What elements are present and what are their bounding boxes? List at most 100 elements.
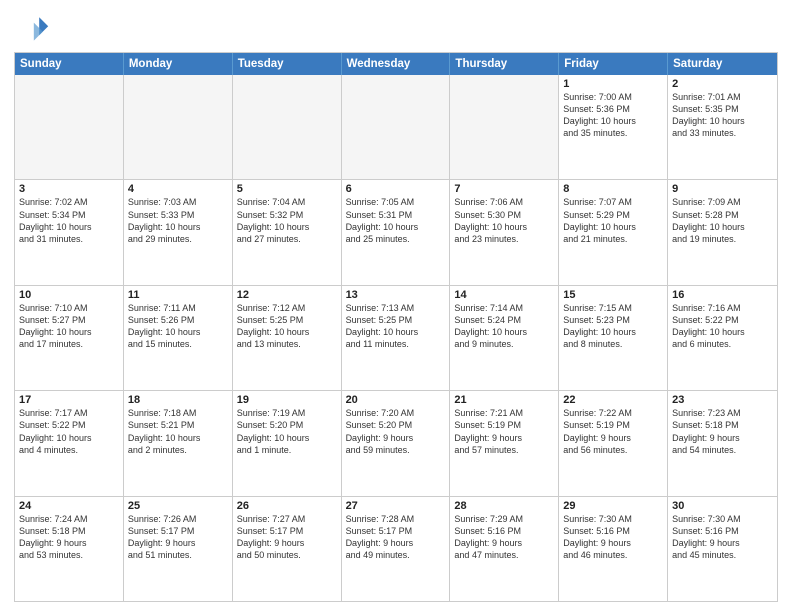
calendar-cell: 24Sunrise: 7:24 AMSunset: 5:18 PMDayligh… <box>15 497 124 601</box>
day-number: 9 <box>672 183 773 195</box>
calendar-cell: 15Sunrise: 7:15 AMSunset: 5:23 PMDayligh… <box>559 286 668 390</box>
calendar-cell: 20Sunrise: 7:20 AMSunset: 5:20 PMDayligh… <box>342 391 451 495</box>
header <box>14 10 778 46</box>
calendar-cell: 26Sunrise: 7:27 AMSunset: 5:17 PMDayligh… <box>233 497 342 601</box>
day-info: Sunrise: 7:29 AMSunset: 5:16 PMDaylight:… <box>454 513 554 562</box>
day-number: 24 <box>19 500 119 512</box>
day-info: Sunrise: 7:27 AMSunset: 5:17 PMDaylight:… <box>237 513 337 562</box>
calendar-cell: 16Sunrise: 7:16 AMSunset: 5:22 PMDayligh… <box>668 286 777 390</box>
day-number: 5 <box>237 183 337 195</box>
calendar-cell <box>342 75 451 179</box>
calendar-cell: 27Sunrise: 7:28 AMSunset: 5:17 PMDayligh… <box>342 497 451 601</box>
day-number: 20 <box>346 394 446 406</box>
calendar-cell <box>15 75 124 179</box>
calendar-cell: 30Sunrise: 7:30 AMSunset: 5:16 PMDayligh… <box>668 497 777 601</box>
calendar-cell: 10Sunrise: 7:10 AMSunset: 5:27 PMDayligh… <box>15 286 124 390</box>
calendar-cell: 3Sunrise: 7:02 AMSunset: 5:34 PMDaylight… <box>15 180 124 284</box>
day-number: 2 <box>672 78 773 90</box>
day-info: Sunrise: 7:30 AMSunset: 5:16 PMDaylight:… <box>672 513 773 562</box>
day-number: 6 <box>346 183 446 195</box>
calendar-cell: 28Sunrise: 7:29 AMSunset: 5:16 PMDayligh… <box>450 497 559 601</box>
calendar-cell: 4Sunrise: 7:03 AMSunset: 5:33 PMDaylight… <box>124 180 233 284</box>
day-number: 13 <box>346 289 446 301</box>
day-number: 29 <box>563 500 663 512</box>
day-number: 4 <box>128 183 228 195</box>
day-info: Sunrise: 7:03 AMSunset: 5:33 PMDaylight:… <box>128 196 228 245</box>
day-number: 30 <box>672 500 773 512</box>
calendar-body: 1Sunrise: 7:00 AMSunset: 5:36 PMDaylight… <box>15 75 777 601</box>
page: SundayMondayTuesdayWednesdayThursdayFrid… <box>0 0 792 612</box>
calendar-cell: 29Sunrise: 7:30 AMSunset: 5:16 PMDayligh… <box>559 497 668 601</box>
calendar-row-1: 1Sunrise: 7:00 AMSunset: 5:36 PMDaylight… <box>15 75 777 179</box>
day-info: Sunrise: 7:16 AMSunset: 5:22 PMDaylight:… <box>672 302 773 351</box>
calendar-row-3: 10Sunrise: 7:10 AMSunset: 5:27 PMDayligh… <box>15 285 777 390</box>
calendar-cell: 9Sunrise: 7:09 AMSunset: 5:28 PMDaylight… <box>668 180 777 284</box>
header-cell-sunday: Sunday <box>15 53 124 75</box>
day-info: Sunrise: 7:13 AMSunset: 5:25 PMDaylight:… <box>346 302 446 351</box>
day-number: 25 <box>128 500 228 512</box>
day-number: 21 <box>454 394 554 406</box>
day-info: Sunrise: 7:10 AMSunset: 5:27 PMDaylight:… <box>19 302 119 351</box>
calendar-cell: 1Sunrise: 7:00 AMSunset: 5:36 PMDaylight… <box>559 75 668 179</box>
day-number: 14 <box>454 289 554 301</box>
day-number: 11 <box>128 289 228 301</box>
day-info: Sunrise: 7:04 AMSunset: 5:32 PMDaylight:… <box>237 196 337 245</box>
day-number: 28 <box>454 500 554 512</box>
calendar-row-4: 17Sunrise: 7:17 AMSunset: 5:22 PMDayligh… <box>15 390 777 495</box>
day-number: 16 <box>672 289 773 301</box>
day-number: 27 <box>346 500 446 512</box>
day-number: 12 <box>237 289 337 301</box>
calendar-cell: 25Sunrise: 7:26 AMSunset: 5:17 PMDayligh… <box>124 497 233 601</box>
day-info: Sunrise: 7:23 AMSunset: 5:18 PMDaylight:… <box>672 407 773 456</box>
calendar-cell: 8Sunrise: 7:07 AMSunset: 5:29 PMDaylight… <box>559 180 668 284</box>
calendar-cell <box>124 75 233 179</box>
day-info: Sunrise: 7:01 AMSunset: 5:35 PMDaylight:… <box>672 91 773 140</box>
calendar-header: SundayMondayTuesdayWednesdayThursdayFrid… <box>15 53 777 75</box>
calendar-cell: 11Sunrise: 7:11 AMSunset: 5:26 PMDayligh… <box>124 286 233 390</box>
day-info: Sunrise: 7:28 AMSunset: 5:17 PMDaylight:… <box>346 513 446 562</box>
day-number: 8 <box>563 183 663 195</box>
calendar-cell: 6Sunrise: 7:05 AMSunset: 5:31 PMDaylight… <box>342 180 451 284</box>
calendar-row-2: 3Sunrise: 7:02 AMSunset: 5:34 PMDaylight… <box>15 179 777 284</box>
header-cell-saturday: Saturday <box>668 53 777 75</box>
day-number: 18 <box>128 394 228 406</box>
day-info: Sunrise: 7:11 AMSunset: 5:26 PMDaylight:… <box>128 302 228 351</box>
day-info: Sunrise: 7:24 AMSunset: 5:18 PMDaylight:… <box>19 513 119 562</box>
day-info: Sunrise: 7:00 AMSunset: 5:36 PMDaylight:… <box>563 91 663 140</box>
day-info: Sunrise: 7:22 AMSunset: 5:19 PMDaylight:… <box>563 407 663 456</box>
day-info: Sunrise: 7:20 AMSunset: 5:20 PMDaylight:… <box>346 407 446 456</box>
day-info: Sunrise: 7:30 AMSunset: 5:16 PMDaylight:… <box>563 513 663 562</box>
calendar-cell: 14Sunrise: 7:14 AMSunset: 5:24 PMDayligh… <box>450 286 559 390</box>
day-number: 22 <box>563 394 663 406</box>
day-info: Sunrise: 7:09 AMSunset: 5:28 PMDaylight:… <box>672 196 773 245</box>
day-number: 10 <box>19 289 119 301</box>
day-number: 26 <box>237 500 337 512</box>
day-number: 15 <box>563 289 663 301</box>
logo <box>14 10 54 46</box>
calendar-cell: 18Sunrise: 7:18 AMSunset: 5:21 PMDayligh… <box>124 391 233 495</box>
header-cell-wednesday: Wednesday <box>342 53 451 75</box>
header-cell-tuesday: Tuesday <box>233 53 342 75</box>
day-number: 19 <box>237 394 337 406</box>
day-info: Sunrise: 7:12 AMSunset: 5:25 PMDaylight:… <box>237 302 337 351</box>
day-info: Sunrise: 7:18 AMSunset: 5:21 PMDaylight:… <box>128 407 228 456</box>
day-info: Sunrise: 7:17 AMSunset: 5:22 PMDaylight:… <box>19 407 119 456</box>
day-info: Sunrise: 7:19 AMSunset: 5:20 PMDaylight:… <box>237 407 337 456</box>
day-info: Sunrise: 7:05 AMSunset: 5:31 PMDaylight:… <box>346 196 446 245</box>
logo-icon <box>14 10 50 46</box>
day-info: Sunrise: 7:02 AMSunset: 5:34 PMDaylight:… <box>19 196 119 245</box>
day-number: 1 <box>563 78 663 90</box>
calendar-cell: 12Sunrise: 7:12 AMSunset: 5:25 PMDayligh… <box>233 286 342 390</box>
calendar-cell <box>233 75 342 179</box>
day-number: 3 <box>19 183 119 195</box>
day-info: Sunrise: 7:15 AMSunset: 5:23 PMDaylight:… <box>563 302 663 351</box>
header-cell-thursday: Thursday <box>450 53 559 75</box>
day-number: 7 <box>454 183 554 195</box>
calendar-cell: 5Sunrise: 7:04 AMSunset: 5:32 PMDaylight… <box>233 180 342 284</box>
day-info: Sunrise: 7:26 AMSunset: 5:17 PMDaylight:… <box>128 513 228 562</box>
calendar-cell: 23Sunrise: 7:23 AMSunset: 5:18 PMDayligh… <box>668 391 777 495</box>
calendar-cell: 22Sunrise: 7:22 AMSunset: 5:19 PMDayligh… <box>559 391 668 495</box>
day-info: Sunrise: 7:06 AMSunset: 5:30 PMDaylight:… <box>454 196 554 245</box>
calendar-cell: 19Sunrise: 7:19 AMSunset: 5:20 PMDayligh… <box>233 391 342 495</box>
day-info: Sunrise: 7:07 AMSunset: 5:29 PMDaylight:… <box>563 196 663 245</box>
